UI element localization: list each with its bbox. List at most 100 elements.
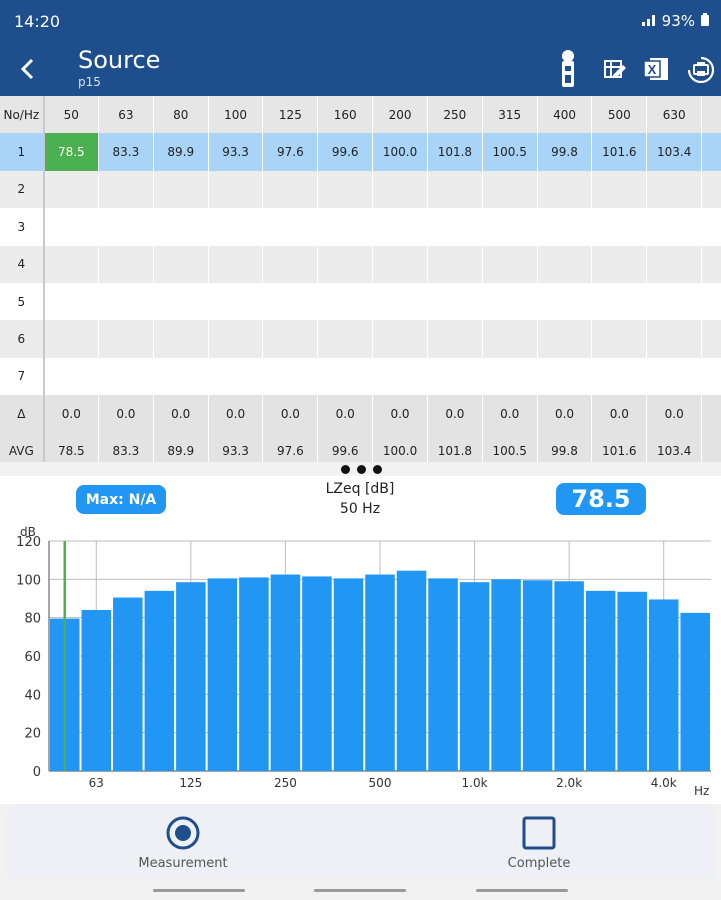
table-cell[interactable] [317,208,374,246]
table-row[interactable]: 2 [0,170,721,209]
table-cell[interactable] [537,170,593,209]
table-cell[interactable] [317,320,374,358]
table-cell[interactable]: 93.3 [208,133,264,171]
table-cell[interactable] [591,357,648,396]
table-row[interactable]: 3 [0,208,721,246]
table-cell[interactable] [208,208,264,246]
table-cell[interactable] [537,282,593,321]
table-cell[interactable] [208,282,264,321]
table-cell[interactable] [208,245,264,283]
table-cell[interactable] [646,357,703,396]
frequency-header[interactable]: 50 [43,96,99,134]
table-row[interactable]: 1 78.5 83.3 89.9 93.3 97.6 99.6 100.0 101.8 100.5… [0,133,721,171]
table-cell[interactable] [98,320,154,358]
table-cell[interactable] [646,282,703,321]
table-cell[interactable] [98,208,154,246]
table-cell[interactable] [427,282,483,321]
table-cell[interactable] [43,170,99,209]
table-cell[interactable] [591,170,648,209]
meter-button[interactable] [553,50,583,87]
table-cell[interactable]: 99.6 [317,133,374,171]
table-cell[interactable] [317,357,374,396]
table-cell[interactable] [591,245,648,283]
table-cell[interactable] [537,245,593,283]
table-cell[interactable] [427,357,483,396]
table-cell[interactable] [537,357,593,396]
table-cell[interactable]: 97.6 [262,133,319,171]
frequency-header[interactable]: 63 [98,96,154,134]
table-cell[interactable]: 78.5 [43,133,99,171]
table-cell[interactable] [701,245,721,283]
max-badge[interactable]: Max: N/A [76,485,166,514]
table-cell[interactable] [701,320,721,358]
table-cell[interactable] [43,320,99,358]
table-cell[interactable] [43,245,99,283]
table-cell[interactable] [482,170,538,209]
frequency-header[interactable]: 100 [208,96,264,134]
table-cell[interactable] [98,245,154,283]
table-cell[interactable] [537,208,593,246]
table-cell[interactable] [427,208,483,246]
table-cell[interactable] [427,245,483,283]
table-cell[interactable] [262,245,319,283]
frequency-header[interactable]: 200 [372,96,428,134]
table-cell[interactable] [537,320,593,358]
table-cell[interactable] [317,282,374,321]
table-cell[interactable] [482,357,538,396]
nav-complete[interactable]: Complete [459,816,619,871]
frequency-header[interactable]: 160 [317,96,374,134]
table-cell[interactable] [482,320,538,358]
table-cell[interactable] [427,170,483,209]
print-button[interactable] [686,52,716,86]
table-cell[interactable] [262,208,319,246]
table-cell[interactable] [153,282,209,321]
table-cell[interactable] [372,320,428,358]
table-cell[interactable] [317,245,374,283]
table-cell[interactable] [98,170,154,209]
table-cell[interactable]: 100.0 [372,133,428,171]
table-row[interactable]: 7 [0,357,721,396]
frequency-header[interactable]: 80 [701,96,721,134]
table-row[interactable]: 5 [0,282,721,321]
table-cell[interactable] [372,357,428,396]
table-cell[interactable] [208,357,264,396]
frequency-header[interactable]: 250 [427,96,483,134]
frequency-header[interactable]: 500 [591,96,648,134]
table-cell[interactable] [372,170,428,209]
table-cell[interactable] [262,282,319,321]
table-cell[interactable] [262,320,319,358]
frequency-header[interactable]: 630 [646,96,703,134]
table-cell[interactable] [153,170,209,209]
table-cell[interactable]: 99.8 [537,133,593,171]
table-cell[interactable] [646,320,703,358]
table-cell[interactable]: 89.9 [153,133,209,171]
table-cell[interactable] [153,245,209,283]
table-cell[interactable] [646,208,703,246]
table-cell[interactable] [646,170,703,209]
table-cell[interactable] [208,320,264,358]
table-cell[interactable] [482,208,538,246]
back-button[interactable] [14,54,40,84]
table-cell[interactable] [482,282,538,321]
nav-measurement[interactable]: Measurement [103,816,263,871]
table-cell[interactable] [591,320,648,358]
table-cell[interactable] [482,245,538,283]
excel-export-button[interactable]: X [641,52,671,86]
table-cell[interactable] [153,320,209,358]
table-cell[interactable] [591,282,648,321]
table-cell[interactable]: 99 [701,133,721,171]
table-cell[interactable] [427,320,483,358]
table-cell[interactable] [372,282,428,321]
table-cell[interactable] [43,282,99,321]
table-cell[interactable] [153,208,209,246]
table-cell[interactable] [98,357,154,396]
table-cell[interactable] [701,208,721,246]
frequency-header[interactable]: 315 [482,96,538,134]
table-cell[interactable] [317,170,374,209]
table-cell[interactable]: 101.6 [591,133,648,171]
frequency-header[interactable]: 125 [262,96,319,134]
table-cell[interactable]: 83.3 [98,133,154,171]
table-cell[interactable] [701,170,721,209]
table-cell[interactable] [372,208,428,246]
table-cell[interactable]: 101.8 [427,133,483,171]
